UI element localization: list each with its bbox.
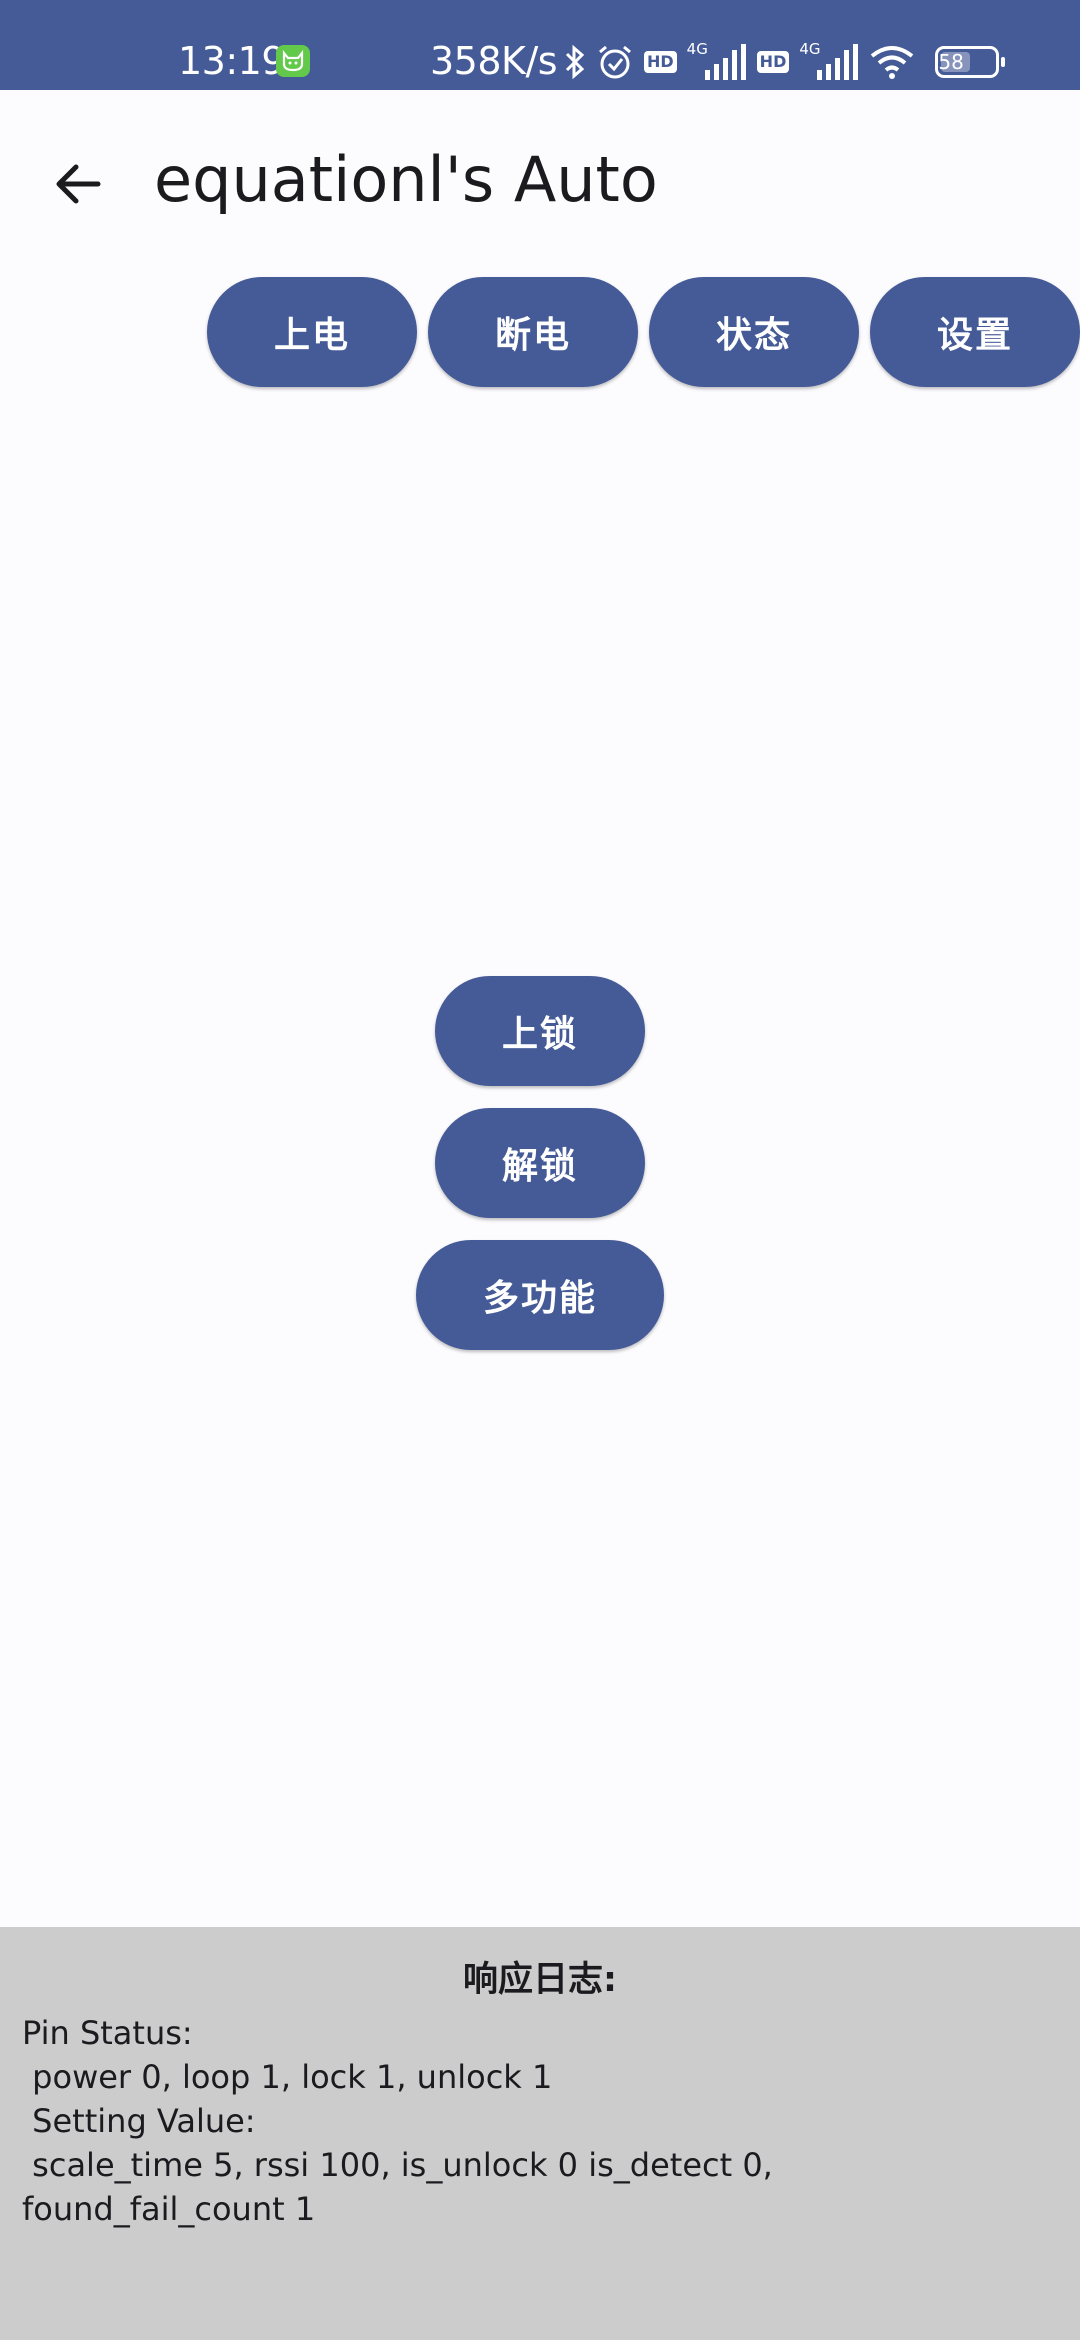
multi-function-button[interactable]: 多功能 <box>416 1240 664 1350</box>
log-body: Pin Status: power 0, loop 1, lock 1, unl… <box>22 2011 1062 2231</box>
response-log-panel: 响应日志: Pin Status: power 0, loop 1, lock … <box>0 1927 1080 2340</box>
arrow-left-icon <box>56 164 101 204</box>
app-bar: equationl's Auto <box>0 90 1080 268</box>
bluetooth-icon <box>564 44 586 80</box>
hd-icon: HD <box>756 51 790 73</box>
log-line: Setting Value: <box>22 2102 256 2140</box>
alarm-icon <box>596 43 634 81</box>
log-line: scale_time 5, rssi 100, is_unlock 0 is_d… <box>22 2146 773 2184</box>
cat-icon <box>276 45 310 77</box>
log-title: 响应日志: <box>463 1960 617 2000</box>
page-title: equationl's Auto <box>154 143 658 216</box>
battery-level: 58 <box>938 50 964 74</box>
log-line: found_fail_count 1 <box>22 2190 316 2228</box>
back-button[interactable] <box>40 146 116 222</box>
log-line: power 0, loop 1, lock 1, unlock 1 <box>22 2058 553 2096</box>
log-line: Pin Status: <box>22 2014 193 2052</box>
power-off-button[interactable]: 断电 <box>428 277 638 387</box>
settings-button[interactable]: 设置 <box>870 277 1080 387</box>
network-speed: 358K/s <box>430 39 558 83</box>
hd-icon: HD <box>644 51 677 73</box>
unlock-button[interactable]: 解锁 <box>435 1108 645 1218</box>
status-icons: HD 4G HD 4G 58 <box>564 40 1006 84</box>
lock-button[interactable]: 上锁 <box>435 976 645 1086</box>
wifi-icon <box>869 44 915 80</box>
power-on-button[interactable]: 上电 <box>207 277 417 387</box>
status-bar: 13:19 358K/s HD 4G HD 4G 58 <box>0 0 1080 90</box>
status-time: 13:19 <box>178 39 286 83</box>
battery-icon: 58 <box>935 46 1006 78</box>
signal-4g-icon: 4G <box>799 40 859 82</box>
signal-4g-icon: 4G <box>687 40 747 82</box>
status-button[interactable]: 状态 <box>649 277 859 387</box>
